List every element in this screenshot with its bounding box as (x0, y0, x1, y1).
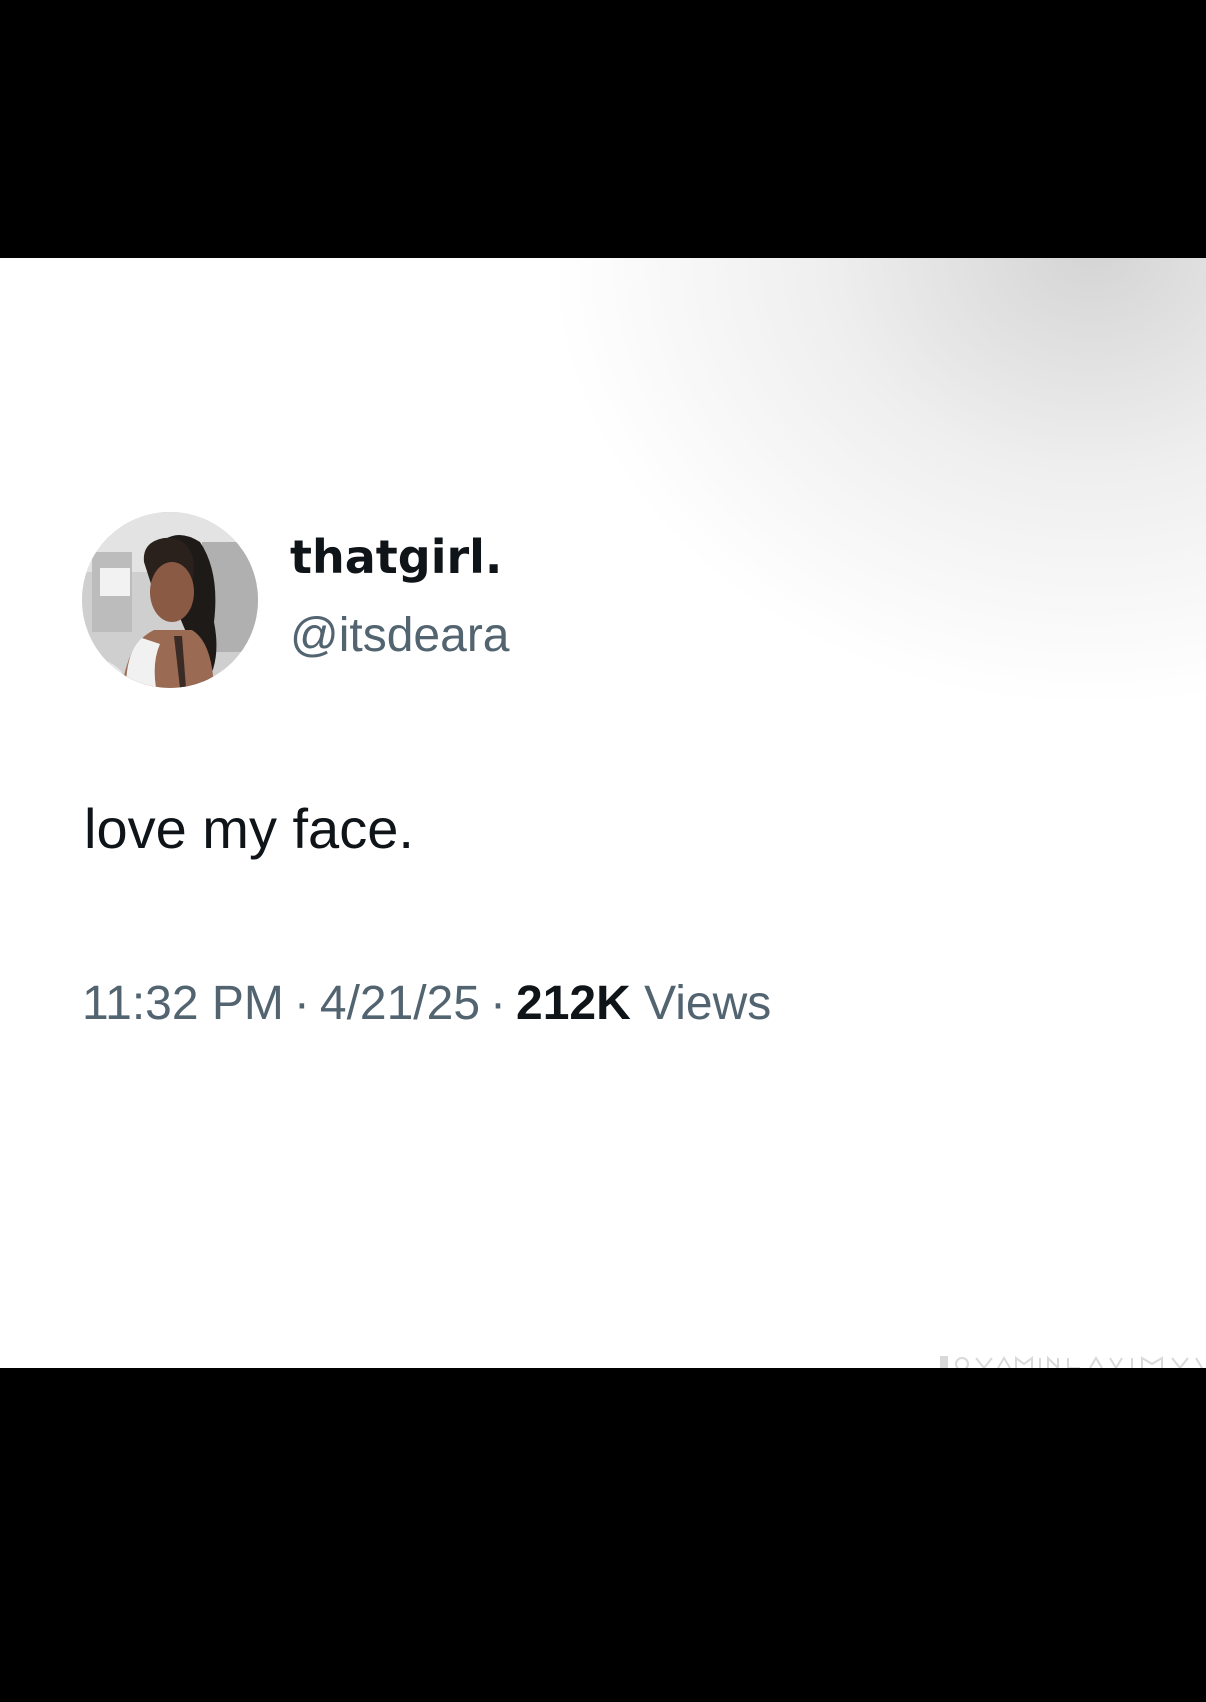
tweet-time[interactable]: 11:32 PM (82, 977, 284, 1030)
avatar[interactable] (82, 512, 258, 688)
separator: · (293, 977, 310, 1030)
tweet-metadata: 11:32 PM · 4/21/25 · 212K Views (82, 976, 771, 1031)
display-name[interactable]: thatgirl. (290, 530, 502, 584)
light-sheen (560, 258, 1206, 698)
letterbox-top (0, 0, 1206, 258)
tweet-text: love my face. (84, 797, 414, 860)
tweet-card: thatgirl. @itsdeara love my face. 11:32 … (0, 258, 1206, 1368)
letterbox-bottom (0, 1368, 1206, 1702)
video-frame: thatgirl. @itsdeara love my face. 11:32 … (0, 0, 1206, 1702)
watermark-logo (940, 1355, 1203, 1368)
profile-photo-icon (82, 512, 258, 688)
tweet-date[interactable]: 4/21/25 (320, 977, 480, 1030)
views-label: Views (644, 977, 772, 1030)
separator: · (490, 977, 507, 1030)
user-handle[interactable]: @itsdeara (290, 608, 510, 663)
views-count[interactable]: 212K (516, 977, 631, 1030)
